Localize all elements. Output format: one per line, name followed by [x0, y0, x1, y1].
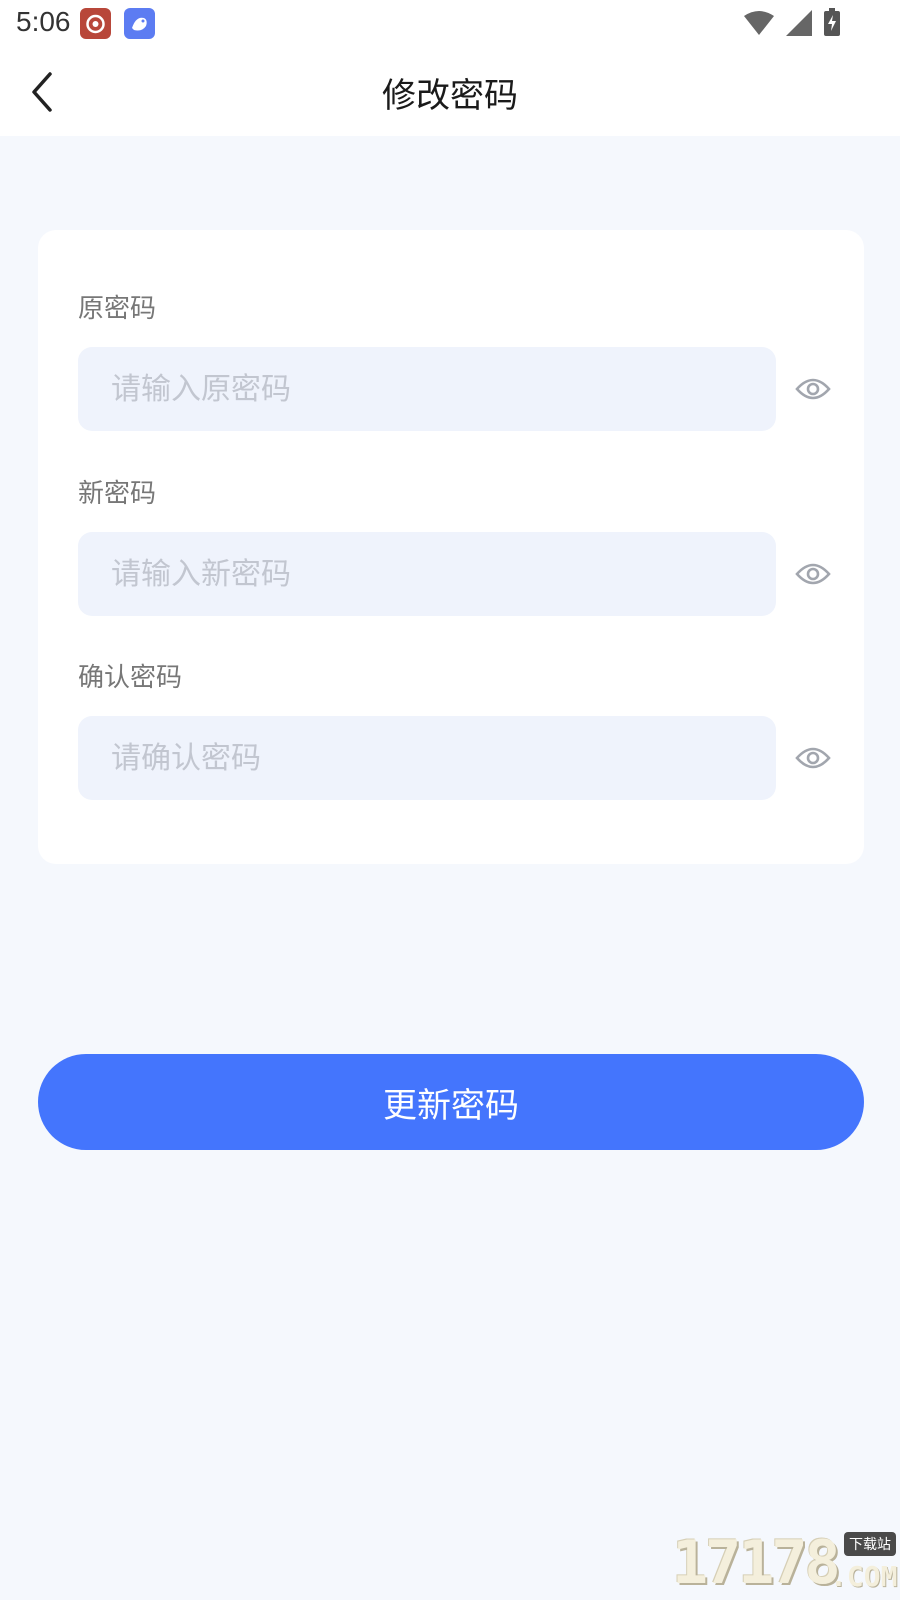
confirm-password-label: 确认密码	[78, 663, 183, 693]
nav-bar: 修改密码	[0, 48, 900, 136]
cellular-signal-icon	[786, 10, 812, 40]
new-password-input[interactable]	[78, 532, 776, 616]
confirm-password-input[interactable]	[78, 716, 776, 800]
watermark-badge: 下载站	[844, 1532, 896, 1556]
old-password-visibility-toggle[interactable]	[786, 362, 840, 416]
old-password-input[interactable]	[78, 347, 776, 431]
confirm-password-field-box	[78, 716, 776, 800]
site-watermark: 17178 下载站 .COM	[672, 1528, 900, 1600]
new-password-field-box	[78, 532, 776, 616]
update-password-button[interactable]: 更新密码	[38, 1054, 864, 1150]
watermark-suffix: .COM	[830, 1560, 898, 1593]
eye-icon	[795, 563, 831, 585]
password-form-card: 原密码 新密码 确认密码	[38, 230, 864, 864]
old-password-field-box	[78, 347, 776, 431]
eye-icon	[795, 378, 831, 400]
page-title: 修改密码	[382, 76, 518, 116]
battery-charging-icon	[824, 8, 840, 40]
eye-icon	[795, 747, 831, 769]
new-password-visibility-toggle[interactable]	[786, 547, 840, 601]
weibo-app-icon	[80, 8, 111, 39]
confirm-password-visibility-toggle[interactable]	[786, 731, 840, 785]
status-bar: 5:06	[0, 0, 900, 48]
bird-app-icon	[124, 8, 155, 39]
old-password-label: 原密码	[78, 294, 157, 324]
new-password-label: 新密码	[78, 479, 157, 509]
watermark-number: 17178	[672, 1528, 841, 1598]
status-time: 5:06	[16, 6, 71, 37]
wifi-icon	[744, 10, 774, 40]
